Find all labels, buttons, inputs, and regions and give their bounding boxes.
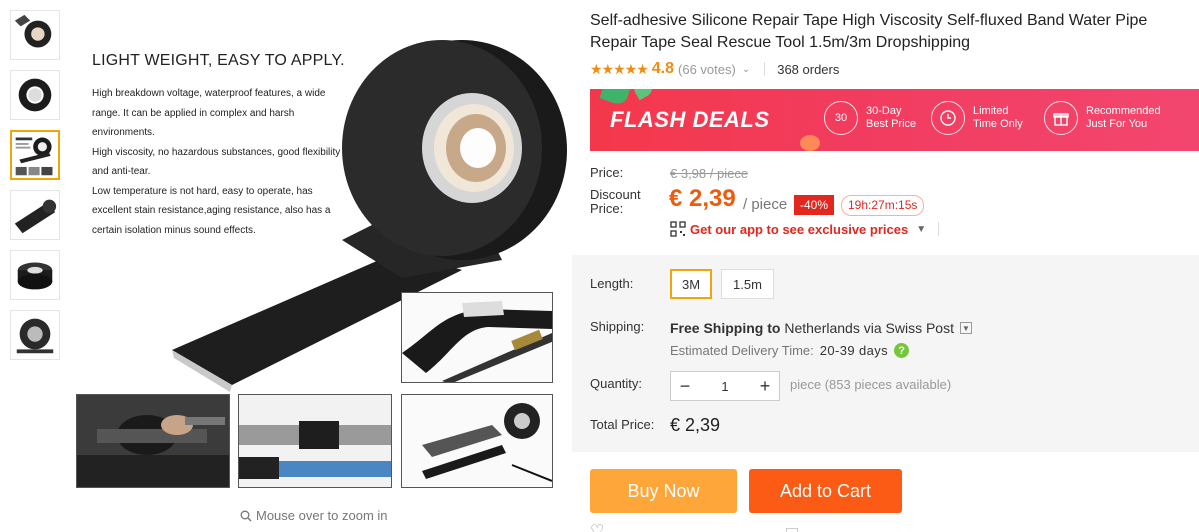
delivery-label: Estimated Delivery Time: xyxy=(670,343,814,358)
length-option-1-5m[interactable]: 1.5m xyxy=(721,269,774,299)
image-paragraph: High viscosity, no hazardous substances,… xyxy=(92,146,341,178)
rating-stars-icon: ★★★★★ xyxy=(590,60,649,77)
rating-value: 4.8 xyxy=(651,60,675,77)
thumbnail[interactable] xyxy=(10,130,60,180)
zoom-hint-text: Mouse over to zoom in xyxy=(256,508,388,523)
price-label: Price: xyxy=(590,165,624,180)
image-description: High breakdown voltage, waterproof featu… xyxy=(92,84,354,240)
flash-deals-banner: FLASH DEALS 30 30-Day Best Price Limited T… xyxy=(590,89,1199,151)
delivery-estimate: Estimated Delivery Time: 20-39 days ? xyxy=(670,343,910,358)
thumbnail[interactable] xyxy=(10,190,60,240)
minus-icon[interactable]: − xyxy=(671,372,699,400)
chevron-down-icon[interactable]: ⌄ xyxy=(742,64,750,75)
divider xyxy=(938,222,940,236)
search-icon xyxy=(240,510,252,521)
discount-price: € 2,39 xyxy=(669,185,736,212)
shipping-prefix: Free Shipping to xyxy=(670,320,781,336)
zoom-hint: Mouse over to zoom in xyxy=(240,508,388,523)
stock-info: piece (853 pieces available) xyxy=(790,377,952,392)
shipping-label: Shipping: xyxy=(590,319,645,334)
total-price-label: Total Price: xyxy=(590,417,655,432)
orders-count: 368 orders xyxy=(777,61,840,77)
chevron-down-icon[interactable]: ▼ xyxy=(959,322,972,334)
buy-now-button[interactable]: Buy Now xyxy=(590,469,737,513)
thumbnail[interactable] xyxy=(10,310,60,360)
length-label: Length: xyxy=(590,276,634,291)
clock-icon xyxy=(931,101,965,135)
image-paragraph: High breakdown voltage, waterproof featu… xyxy=(92,88,326,138)
heart-icon[interactable]: ♡ xyxy=(590,524,604,532)
length-option-3m[interactable]: 3M xyxy=(670,269,712,299)
shipping-method[interactable]: Free Shipping to Netherlands via Swiss P… xyxy=(670,320,972,336)
qr-code-icon xyxy=(670,221,686,237)
app-promo-link[interactable]: Get our app to see exclusive prices ▼ xyxy=(670,221,940,237)
flash-feature: Recommended Just For You xyxy=(1044,101,1161,135)
feature-line: Just For You xyxy=(1086,118,1148,130)
app-promo-text[interactable]: Get our app to see exclusive prices xyxy=(690,222,908,237)
main-product-image[interactable]: LIGHT WEIGHT, EASY TO APPLY. High breakd… xyxy=(72,0,572,500)
inset-photo xyxy=(76,394,230,488)
image-paragraph: Low temperature is not hard, easy to ope… xyxy=(92,185,331,236)
price-unit: / piece xyxy=(743,196,788,213)
feature-line: Time Only xyxy=(973,118,1023,130)
flash-feature: Limited Time Only xyxy=(931,101,1023,135)
inset-photo xyxy=(238,394,392,488)
votes-count[interactable]: (66 votes) xyxy=(678,62,736,77)
product-title: Self-adhesive Silicone Repair Tape High … xyxy=(590,12,1148,51)
rating-row: ★★★★★ 4.8 (66 votes) ⌄ 368 orders xyxy=(590,60,839,78)
leaf-decoration xyxy=(599,89,631,107)
feature-line: 30-Day xyxy=(866,105,902,117)
image-heading: LIGHT WEIGHT, EASY TO APPLY. xyxy=(92,52,345,69)
quantity-label: Quantity: xyxy=(590,376,643,391)
thumbnail[interactable] xyxy=(10,10,60,60)
thumbnail-list xyxy=(10,10,60,370)
total-price: € 2,39 xyxy=(670,415,721,435)
inset-photo xyxy=(401,292,553,383)
help-icon[interactable]: ? xyxy=(894,343,910,358)
compare-icon[interactable] xyxy=(786,528,798,532)
divider xyxy=(764,62,766,76)
thumbnail[interactable] xyxy=(10,250,60,300)
feature-line: Recommended xyxy=(1086,105,1161,117)
calendar-30-icon: 30 xyxy=(824,101,858,135)
feature-line: Limited xyxy=(973,105,1009,117)
add-to-cart-button[interactable]: Add to Cart xyxy=(749,469,902,513)
delivery-days: 20-39 days xyxy=(819,343,889,358)
discount-badge: -40% xyxy=(794,195,835,215)
quantity-stepper: − 1 + xyxy=(670,371,780,401)
plus-icon[interactable]: + xyxy=(751,372,779,400)
feature-line: Best Price xyxy=(866,118,917,130)
leaf-decoration xyxy=(630,89,656,101)
leaf-decoration xyxy=(800,135,820,151)
quantity-value[interactable]: 1 xyxy=(699,379,751,394)
options-panel: Length: 3M 1.5m Shipping: Free Shipping … xyxy=(572,255,1199,452)
shipping-country[interactable]: Netherlands via Swiss Post xyxy=(784,320,954,336)
discount-price-label: Discount Price: xyxy=(590,187,641,216)
flash-deals-title: FLASH DEALS xyxy=(610,107,770,132)
original-price: € 3,98 / piece xyxy=(670,166,749,181)
gift-icon xyxy=(1044,101,1078,135)
thumbnail[interactable] xyxy=(10,70,60,120)
flash-feature: 30 30-Day Best Price xyxy=(824,101,916,135)
inset-photo xyxy=(401,394,553,488)
caret-down-icon[interactable]: ▼ xyxy=(916,224,926,235)
countdown-timer: 19h:27m:15s xyxy=(841,195,925,216)
